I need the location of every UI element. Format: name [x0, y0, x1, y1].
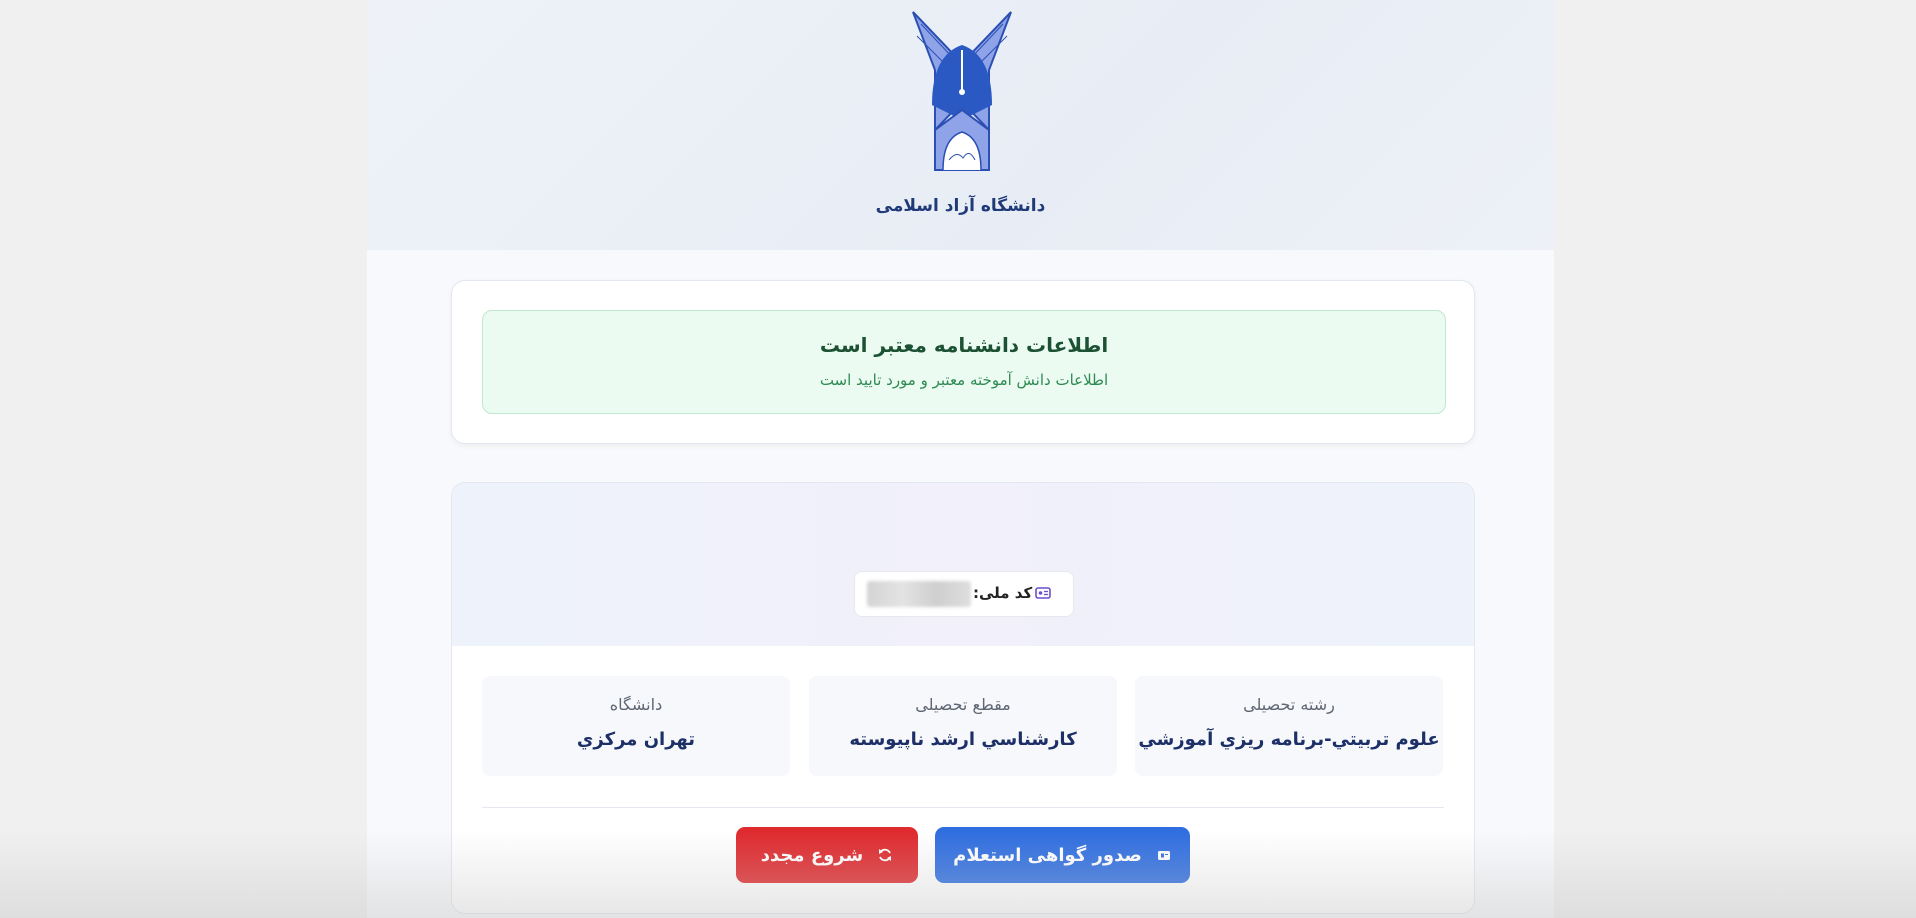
national-id-badge: کد ملی: — [854, 571, 1074, 617]
restart-label: شروع مجدد — [760, 844, 864, 866]
national-id-label: کد ملی: — [973, 584, 1033, 602]
university-label: دانشگاه — [609, 695, 663, 714]
refresh-icon — [879, 848, 892, 862]
degree-level-value: کارشناسي ارشد ناپيوسته — [849, 729, 1077, 750]
alert-title: اطلاعات دانشنامه معتبر است — [819, 333, 1109, 357]
student-details-card: کد ملی: رشته تحصیلی علوم تربيتي-برنامه ر… — [451, 482, 1475, 914]
issue-certificate-label: صدور گواهی استعلام — [953, 844, 1142, 866]
field-of-study-value: علوم تربيتي-برنامه ريزي آموزشي — [1138, 729, 1440, 750]
student-header-band: کد ملی: — [452, 483, 1474, 646]
field-of-study-box: رشته تحصیلی علوم تربيتي-برنامه ريزي آموز… — [1135, 676, 1443, 776]
degree-level-label: مقطع تحصیلی — [915, 695, 1011, 714]
national-id-value — [867, 581, 971, 607]
status-card: اطلاعات دانشنامه معتبر است اطلاعات دانش … — [451, 280, 1475, 444]
university-logo-icon — [912, 11, 1012, 171]
degree-level-box: مقطع تحصیلی کارشناسي ارشد ناپيوسته — [809, 676, 1117, 776]
university-box: دانشگاه تهران مرکزي — [482, 676, 790, 776]
page-header: دانشگاه آزاد اسلامی — [367, 0, 1554, 250]
university-value: تهران مرکزي — [576, 729, 696, 750]
field-of-study-label: رشته تحصیلی — [1243, 695, 1335, 714]
success-alert: اطلاعات دانشنامه معتبر است اطلاعات دانش … — [482, 310, 1446, 414]
divider — [482, 807, 1444, 808]
issue-certificate-button[interactable]: صدور گواهی استعلام — [935, 827, 1190, 883]
alert-subtitle: اطلاعات دانش آموخته معتبر و مورد تایید ا… — [819, 371, 1109, 389]
page-column: دانشگاه آزاد اسلامی اطلاعات دانشنامه معت… — [367, 0, 1554, 918]
restart-button[interactable]: شروع مجدد — [736, 827, 918, 883]
university-name: دانشگاه آزاد اسلامی — [875, 196, 1046, 216]
certificate-icon — [1157, 851, 1170, 860]
id-card-icon — [1035, 587, 1051, 599]
